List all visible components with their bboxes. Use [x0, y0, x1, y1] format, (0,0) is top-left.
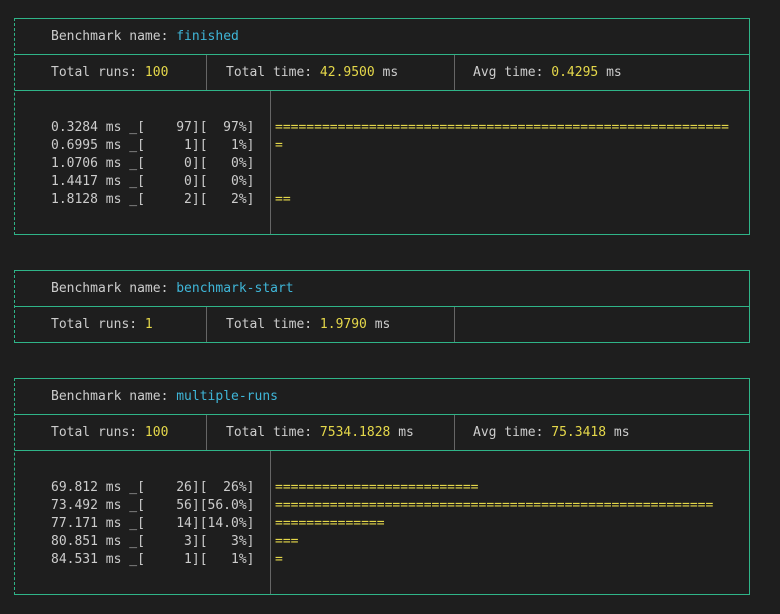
- avg-time-value: 0.4295: [551, 65, 599, 80]
- benchmark-name-value: multiple-runs: [176, 389, 278, 404]
- histogram-row: 0.3284 ms _[ 97][ 97%] 0.6995 ms _[ 1][ …: [15, 91, 749, 235]
- histogram-bars: ========================================…: [271, 91, 749, 234]
- benchmark-name-value: benchmark-start: [176, 281, 294, 296]
- histogram-bar: [275, 173, 749, 191]
- histogram-bucket: 0.3284 ms _[ 97][ 97%]: [51, 120, 255, 135]
- histogram-bucket: 73.492 ms _[ 56][56.0%]: [51, 498, 255, 513]
- benchmark-stats-row: Total runs: 100 Total time: 42.9500 ms A…: [15, 55, 749, 91]
- benchmark-stats-row: Total runs: 100 Total time: 7534.1828 ms…: [15, 415, 749, 451]
- histogram-bucket: 1.0706 ms _[ 0][ 0%]: [51, 156, 255, 171]
- benchmark-name-label: Benchmark name:: [51, 29, 177, 44]
- histogram-bar: =: [275, 138, 283, 153]
- avg-time-cell: Avg time: 75.3418 ms: [473, 425, 630, 440]
- total-time-value: 42.9500: [319, 65, 375, 80]
- avg-time-value: 75.3418: [551, 425, 607, 440]
- histogram-bar: ========================================…: [275, 120, 729, 135]
- total-time-cell: Total time: 42.9500 ms: [207, 55, 455, 90]
- total-time-value: 7534.1828: [319, 425, 391, 440]
- total-runs-value: 100: [144, 65, 169, 80]
- histogram-bar: [275, 155, 749, 173]
- benchmark-name-row: Benchmark name: multiple-runs: [15, 379, 749, 415]
- total-runs-cell: Total runs: 100: [15, 55, 207, 90]
- benchmark-name-row: Benchmark name: benchmark-start: [15, 271, 749, 307]
- histogram-buckets: 69.812 ms _[ 26][ 26%] 73.492 ms _[ 56][…: [15, 451, 271, 594]
- total-runs-value: 100: [144, 425, 169, 440]
- histogram-bar: ========================================…: [275, 498, 714, 513]
- avg-time-cell-empty: [455, 307, 749, 342]
- benchmark-stats-row: Total runs: 1 Total time: 1.9790 ms: [15, 307, 749, 343]
- histogram-bucket: 1.8128 ms _[ 2][ 2%]: [51, 192, 255, 207]
- benchmark-name-label: Benchmark name:: [51, 389, 177, 404]
- histogram-bar: ===: [275, 534, 299, 549]
- benchmark-name-label: Benchmark name:: [51, 281, 177, 296]
- total-runs-cell: Total runs: 1: [15, 307, 207, 342]
- total-runs-cell: Total runs: 100: [15, 415, 207, 450]
- histogram-bucket: 1.4417 ms _[ 0][ 0%]: [51, 174, 255, 189]
- histogram-bar: ==: [275, 192, 291, 207]
- benchmark-multiple-runs: Benchmark name: multiple-runs Total runs…: [14, 378, 750, 595]
- total-time-value: 1.9790: [319, 317, 367, 332]
- histogram-bucket: 0.6995 ms _[ 1][ 1%]: [51, 138, 255, 153]
- total-time-cell: Total time: 1.9790 ms: [207, 307, 455, 342]
- histogram-row: 69.812 ms _[ 26][ 26%] 73.492 ms _[ 56][…: [15, 451, 749, 595]
- histogram-buckets: 0.3284 ms _[ 97][ 97%] 0.6995 ms _[ 1][ …: [15, 91, 271, 234]
- histogram-bucket: 77.171 ms _[ 14][14.0%]: [51, 516, 255, 531]
- histogram-bar: ==============: [275, 516, 385, 531]
- benchmark-finished: Benchmark name: finished Total runs: 100…: [14, 18, 750, 235]
- histogram-bars: ========================== =============…: [271, 451, 749, 594]
- histogram-bucket: 80.851 ms _[ 3][ 3%]: [51, 534, 255, 549]
- total-time-cell: Total time: 7534.1828 ms: [207, 415, 455, 450]
- avg-time-cell: Avg time: 0.4295 ms: [473, 65, 622, 80]
- histogram-bucket: 84.531 ms _[ 1][ 1%]: [51, 552, 255, 567]
- histogram-bar: =: [275, 552, 283, 567]
- benchmark-name-value: finished: [176, 29, 239, 44]
- benchmark-name-row: Benchmark name: finished: [15, 19, 749, 55]
- benchmark-benchmark-start: Benchmark name: benchmark-start Total ru…: [14, 270, 750, 343]
- total-runs-value: 1: [144, 317, 153, 332]
- histogram-bucket: 69.812 ms _[ 26][ 26%]: [51, 480, 255, 495]
- histogram-bar: ==========================: [275, 480, 479, 495]
